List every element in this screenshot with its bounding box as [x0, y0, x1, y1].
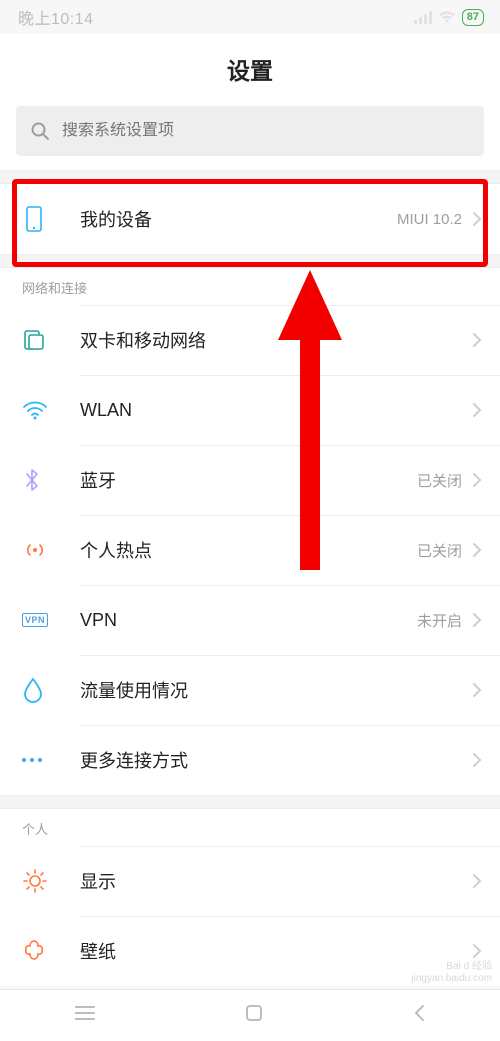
row-bluetooth[interactable]: 蓝牙 已关闭 [0, 445, 500, 515]
flower-icon [22, 938, 80, 964]
wifi-icon [438, 10, 456, 24]
battery-indicator: 87 [462, 9, 484, 26]
nav-home-button[interactable] [244, 1003, 264, 1028]
chevron-right-icon [472, 472, 482, 488]
row-value: 已关闭 [417, 470, 462, 491]
nav-bar [0, 989, 500, 1041]
divider [0, 254, 500, 268]
chevron-right-icon [472, 943, 482, 959]
row-label: VPN [80, 610, 417, 631]
chevron-right-icon [472, 682, 482, 698]
row-label: 双卡和移动网络 [80, 327, 472, 353]
more-icon [22, 758, 80, 762]
watermark: Bai d 经验 jingyan.baidu.com [411, 961, 492, 985]
row-value: MIUI 10.2 [397, 211, 462, 228]
row-my-device[interactable]: 我的设备 MIUI 10.2 [0, 184, 500, 254]
phone-icon [22, 206, 80, 232]
chevron-right-icon [472, 612, 482, 628]
vpn-icon: VPN [22, 613, 80, 627]
divider [0, 795, 500, 809]
chevron-right-icon [472, 873, 482, 889]
row-value: 已关闭 [417, 540, 462, 561]
hotspot-icon [22, 539, 80, 561]
brightness-icon [22, 868, 80, 894]
row-wlan[interactable]: WLAN [0, 375, 500, 445]
row-label: WLAN [80, 400, 472, 421]
page-title: 设置 [0, 34, 500, 106]
row-display[interactable]: 显示 [0, 846, 500, 916]
row-more-connections[interactable]: 更多连接方式 [0, 725, 500, 795]
row-label: 蓝牙 [80, 467, 417, 493]
chevron-right-icon [472, 752, 482, 768]
chevron-right-icon [472, 402, 482, 418]
row-sim[interactable]: 双卡和移动网络 [0, 305, 500, 375]
bluetooth-icon [22, 467, 80, 493]
row-label: 我的设备 [80, 206, 397, 232]
row-label: 流量使用情况 [80, 677, 472, 703]
status-bar: 晚上10:14 87 [0, 0, 500, 34]
search-input[interactable] [62, 122, 470, 140]
signal-icon [414, 10, 432, 24]
section-header-personal: 个人 [0, 809, 500, 846]
sim-icon [22, 328, 80, 352]
row-hotspot[interactable]: 个人热点 已关闭 [0, 515, 500, 585]
section-header-network: 网络和连接 [0, 268, 500, 305]
row-label: 显示 [80, 868, 472, 894]
row-label: 更多连接方式 [80, 747, 472, 773]
search-icon [30, 121, 50, 141]
row-data-usage[interactable]: 流量使用情况 [0, 655, 500, 725]
search-box[interactable] [16, 106, 484, 156]
chevron-right-icon [472, 542, 482, 558]
divider [0, 170, 500, 184]
droplet-icon [22, 677, 80, 703]
nav-back-button[interactable] [412, 1003, 426, 1028]
row-label: 个人热点 [80, 537, 417, 563]
chevron-right-icon [472, 332, 482, 348]
row-value: 未开启 [417, 610, 462, 631]
chevron-right-icon [472, 211, 482, 227]
row-vpn[interactable]: VPN VPN 未开启 [0, 585, 500, 655]
status-time: 晚上10:14 [18, 5, 94, 29]
nav-recent-button[interactable] [74, 1004, 96, 1027]
wifi-icon [22, 400, 80, 420]
status-right: 87 [414, 9, 484, 26]
